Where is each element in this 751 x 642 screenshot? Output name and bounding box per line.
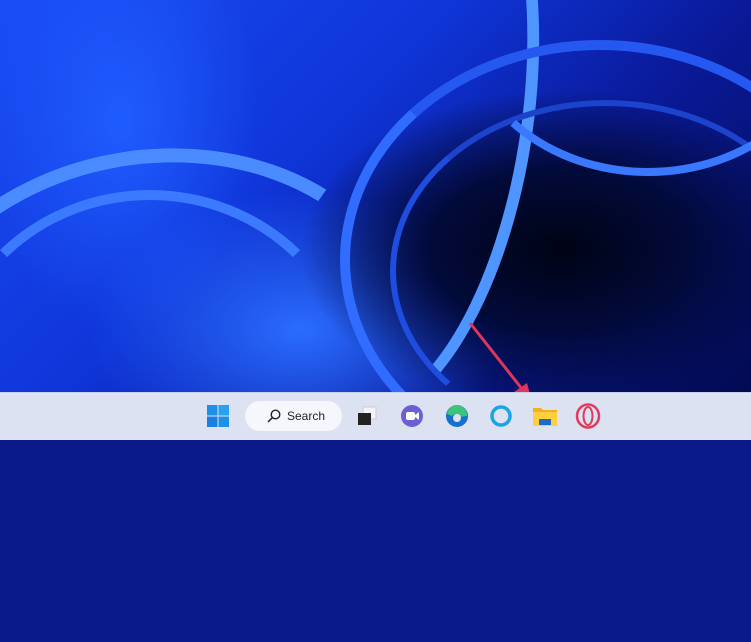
teams-chat-button[interactable] <box>397 401 427 431</box>
opera-icon <box>575 403 601 429</box>
taskbar: Search <box>0 392 751 440</box>
search-label: Search <box>287 409 326 423</box>
windows-logo-icon <box>207 405 229 427</box>
annotation-arrow <box>468 322 532 402</box>
teams-chat-icon <box>401 405 423 427</box>
start-button[interactable] <box>203 401 233 431</box>
file-explorer-button[interactable] <box>530 401 560 431</box>
task-view-icon <box>358 406 377 425</box>
cortana-icon <box>490 405 512 427</box>
task-view-button[interactable] <box>352 401 382 431</box>
cortana-button[interactable] <box>486 401 516 431</box>
search-button[interactable]: Search <box>245 401 342 431</box>
edge-button[interactable] <box>442 401 472 431</box>
edge-icon <box>446 404 468 427</box>
opera-button[interactable] <box>573 401 603 431</box>
search-icon <box>267 409 281 423</box>
folder-icon <box>533 408 557 426</box>
